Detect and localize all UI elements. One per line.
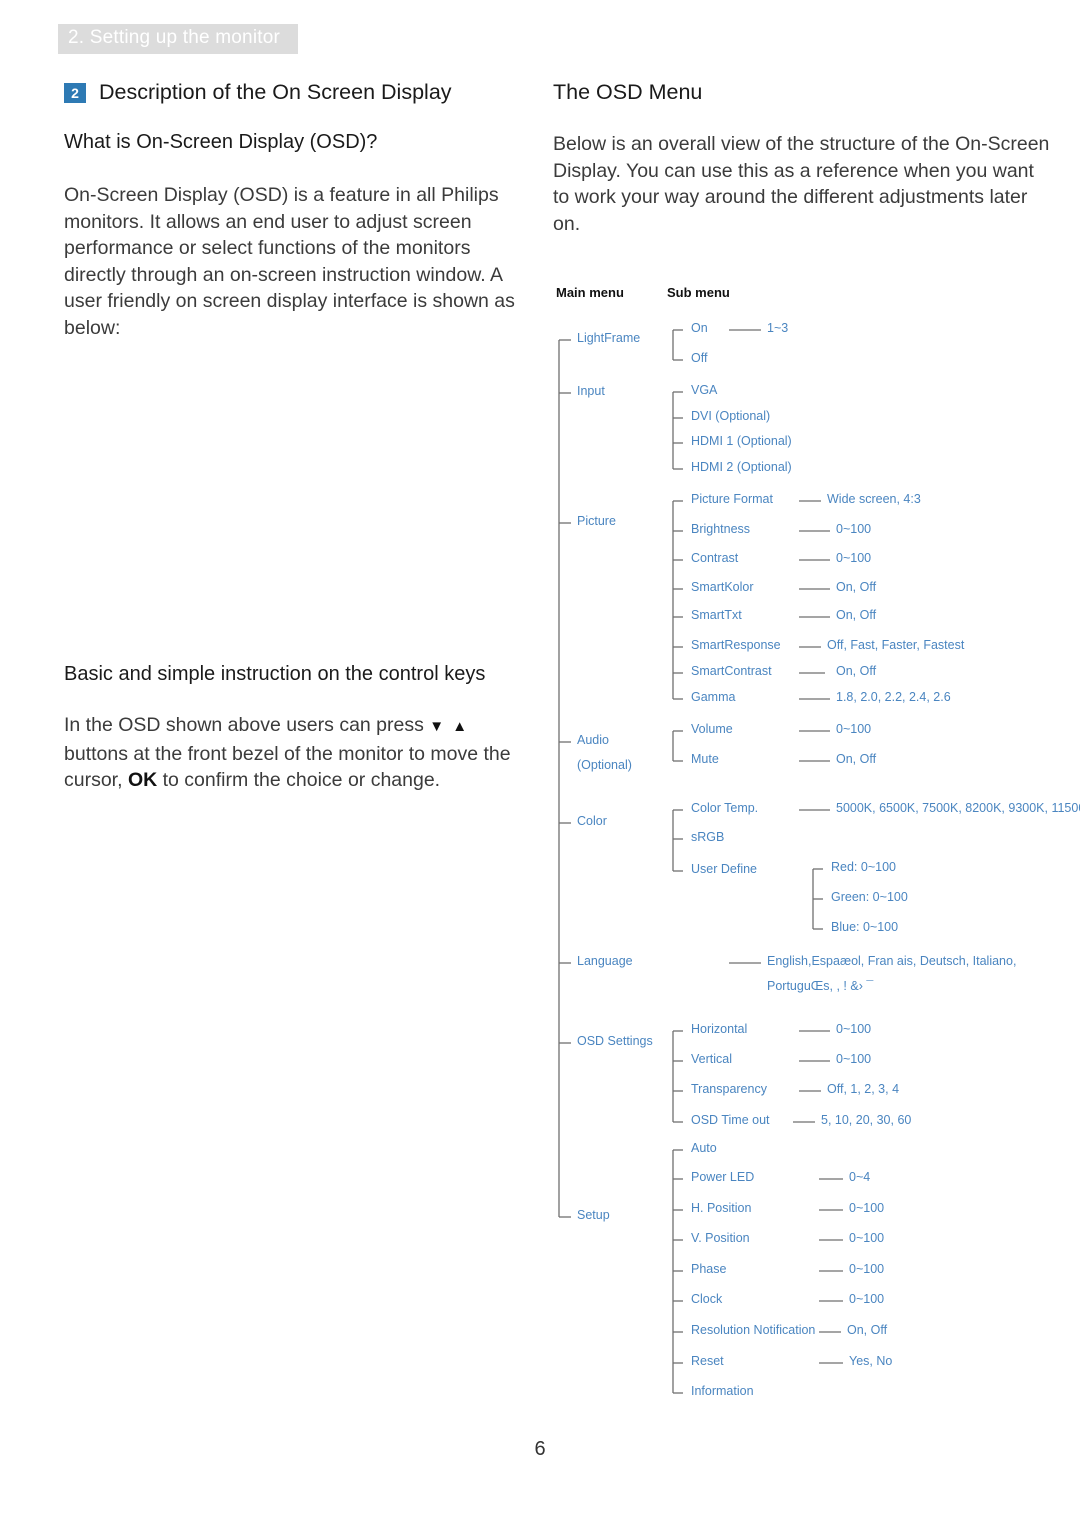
tree-sub-item-on: On — [691, 321, 708, 335]
tree-main-item-osd-settings: OSD Settings — [577, 1034, 653, 1048]
tree-sub-value: On, Off — [836, 664, 877, 678]
tree-sub-value: 0~100 — [836, 722, 872, 736]
tree-sub-item-phase: Phase — [691, 1262, 727, 1276]
paragraph-control-keys: In the OSD shown above users can press ▼… — [64, 712, 534, 794]
section-heading: 2 Description of the On Screen Display — [64, 80, 534, 105]
tree-sub-value: 0~4 — [849, 1170, 871, 1184]
tree-sub-value: English,Espaæol, Fran ais, Deutsch, Ital… — [767, 954, 1017, 968]
tree-sub-value: On, Off — [836, 608, 877, 622]
tree-sub-value: 0~100 — [836, 522, 872, 536]
tree-sub-item-vga: VGA — [691, 383, 718, 397]
tree-main-item-setup: Setup — [577, 1208, 610, 1222]
tree-sub-item-reset: Reset — [691, 1354, 724, 1368]
tree-sub-value: On, Off — [836, 752, 877, 766]
tree-sub-item-clock: Clock — [691, 1292, 723, 1306]
tree-sub-item-volume: Volume — [691, 722, 733, 736]
tree-sub-item-brightness: Brightness — [691, 522, 751, 536]
tree-sub-item-auto: Auto — [691, 1141, 717, 1155]
tree-sub-value: 0~100 — [849, 1262, 885, 1276]
tree-sub-value: 0~100 — [836, 1052, 872, 1066]
tree-sub-item-resolution-notification: Resolution Notification — [691, 1323, 816, 1337]
tree-sub-item-transparency: Transparency — [691, 1082, 767, 1096]
tree-sub-value: Off, Fast, Faster, Fastest — [827, 638, 965, 652]
tree-main-item-optional-note: (Optional) — [577, 758, 632, 772]
tree-sub-item-smartcontrast: SmartContrast — [691, 664, 772, 678]
tree-sub-item-color-temp-: Color Temp. — [691, 801, 759, 815]
tree-sub-value: Off, 1, 2, 3, 4 — [827, 1082, 900, 1096]
tree-sub-item-mute: Mute — [691, 752, 719, 766]
tree-sub-value: On, Off — [836, 580, 877, 594]
ok-button-label: OK — [127, 769, 158, 791]
tree-sub-item-picture-format: Picture Format — [691, 492, 773, 506]
tree-sub-value: 0~100 — [836, 1022, 872, 1036]
paragraph-control-keys-part3: to confirm the choice or change. — [157, 769, 441, 791]
osd-menu-tree: Main menu Sub menu LightFrame On 1~3 Off Inp… — [553, 285, 1080, 1410]
tree-sub-value: On, Off — [847, 1323, 888, 1337]
tree-header-sub-menu: Sub menu — [667, 285, 730, 300]
tree-sub-item-smartkolor: SmartKolor — [691, 580, 754, 594]
tree-sub-item-user-define: User Define — [691, 862, 757, 876]
tree-main-item-color: Color — [577, 814, 607, 828]
tree-sub-item-contrast: Contrast — [691, 551, 739, 565]
paragraph-osd-description: On-Screen Display (OSD) is a feature in … — [64, 184, 515, 339]
tree-sub-item-h-position: H. Position — [691, 1201, 752, 1215]
section-number-badge: 2 — [64, 82, 86, 103]
tree-main-item-input: Input — [577, 384, 605, 398]
tree-sub-value: 0~100 — [849, 1292, 885, 1306]
tree-sub-item-osd-time-out: OSD Time out — [691, 1113, 770, 1127]
tree-sub-value: 0~100 — [849, 1201, 885, 1215]
tree-sub-item-horizontal: Horizontal — [691, 1022, 748, 1036]
tree-sub-item-hdmi-1-optional-: HDMI 1 (Optional) — [691, 434, 792, 448]
tree-sub-item-vertical: Vertical — [691, 1052, 732, 1066]
tree-main-item-audio: Audio — [577, 733, 609, 747]
tree-sub-item-power-led: Power LED — [691, 1170, 755, 1184]
subheading-control-keys: Basic and simple instruction on the cont… — [64, 663, 486, 685]
running-header-text: 2. Setting up the monitor — [68, 27, 281, 48]
osd-menu-heading: The OSD Menu — [553, 80, 703, 104]
tree-connector-lines — [558, 329, 843, 1394]
page-number: 6 — [534, 1438, 546, 1460]
tree-header-main-menu: Main menu — [556, 285, 624, 300]
tree-sub-item-information: Information — [691, 1384, 754, 1398]
tree-sub-item-userdefine-channel: Blue: 0~100 — [831, 920, 899, 934]
left-column: 2 Description of the On Screen Display W… — [64, 80, 534, 794]
right-column: The OSD Menu Below is an overall view of… — [553, 80, 1053, 237]
tree-sub-value: 0~100 — [849, 1231, 885, 1245]
tree-sub-value: 1.8, 2.0, 2.2, 2.4, 2.6 — [836, 690, 951, 704]
tree-sub-item-off: Off — [691, 351, 708, 365]
running-header: 2. Setting up the monitor — [58, 24, 298, 54]
tree-sub-value: 1~3 — [767, 321, 789, 335]
tree-sub-value: Wide screen, 4:3 — [827, 492, 921, 506]
section-title: Description of the On Screen Display — [99, 80, 452, 104]
tree-sub-item-userdefine-channel: Green: 0~100 — [831, 890, 908, 904]
tree-sub-value: Yes, No — [849, 1354, 893, 1368]
tree-sub-value: 0~100 — [836, 551, 872, 565]
tree-sub-value: 5, 10, 20, 30, 60 — [821, 1113, 912, 1127]
tree-sub-item-dvi-optional-: DVI (Optional) — [691, 409, 771, 423]
subheading-what-is-osd: What is On-Screen Display (OSD)? — [64, 131, 378, 153]
tree-sub-item-smartresponse: SmartResponse — [691, 638, 781, 652]
tree-sub-item-gamma: Gamma — [691, 690, 736, 704]
tree-sub-item-srgb: sRGB — [691, 830, 725, 844]
paragraph-control-keys-part1: In the OSD shown above users can press — [64, 714, 430, 736]
tree-sub-item-v-position: V. Position — [691, 1231, 750, 1245]
tree-sub-item-hdmi-2-optional-: HDMI 2 (Optional) — [691, 460, 792, 474]
osd-menu-paragraph: Below is an overall view of the structur… — [553, 133, 1050, 235]
tree-main-item-language: Language — [577, 954, 633, 968]
tree-sub-value: 5000K, 6500K, 7500K, 8200K, 9300K, 11500… — [836, 801, 1080, 815]
tree-main-item-lightframe: LightFrame — [577, 331, 641, 345]
tree-sub-item-userdefine-channel: Red: 0~100 — [831, 860, 896, 874]
tree-main-item-picture: Picture — [577, 514, 616, 528]
tree-sub-item-smarttxt: SmartTxt — [691, 608, 742, 622]
arrow-glyphs: ▼ ▲ — [429, 718, 470, 735]
tree-sub-value: PortuguŒs, , ! &› ¯ — [767, 979, 874, 993]
